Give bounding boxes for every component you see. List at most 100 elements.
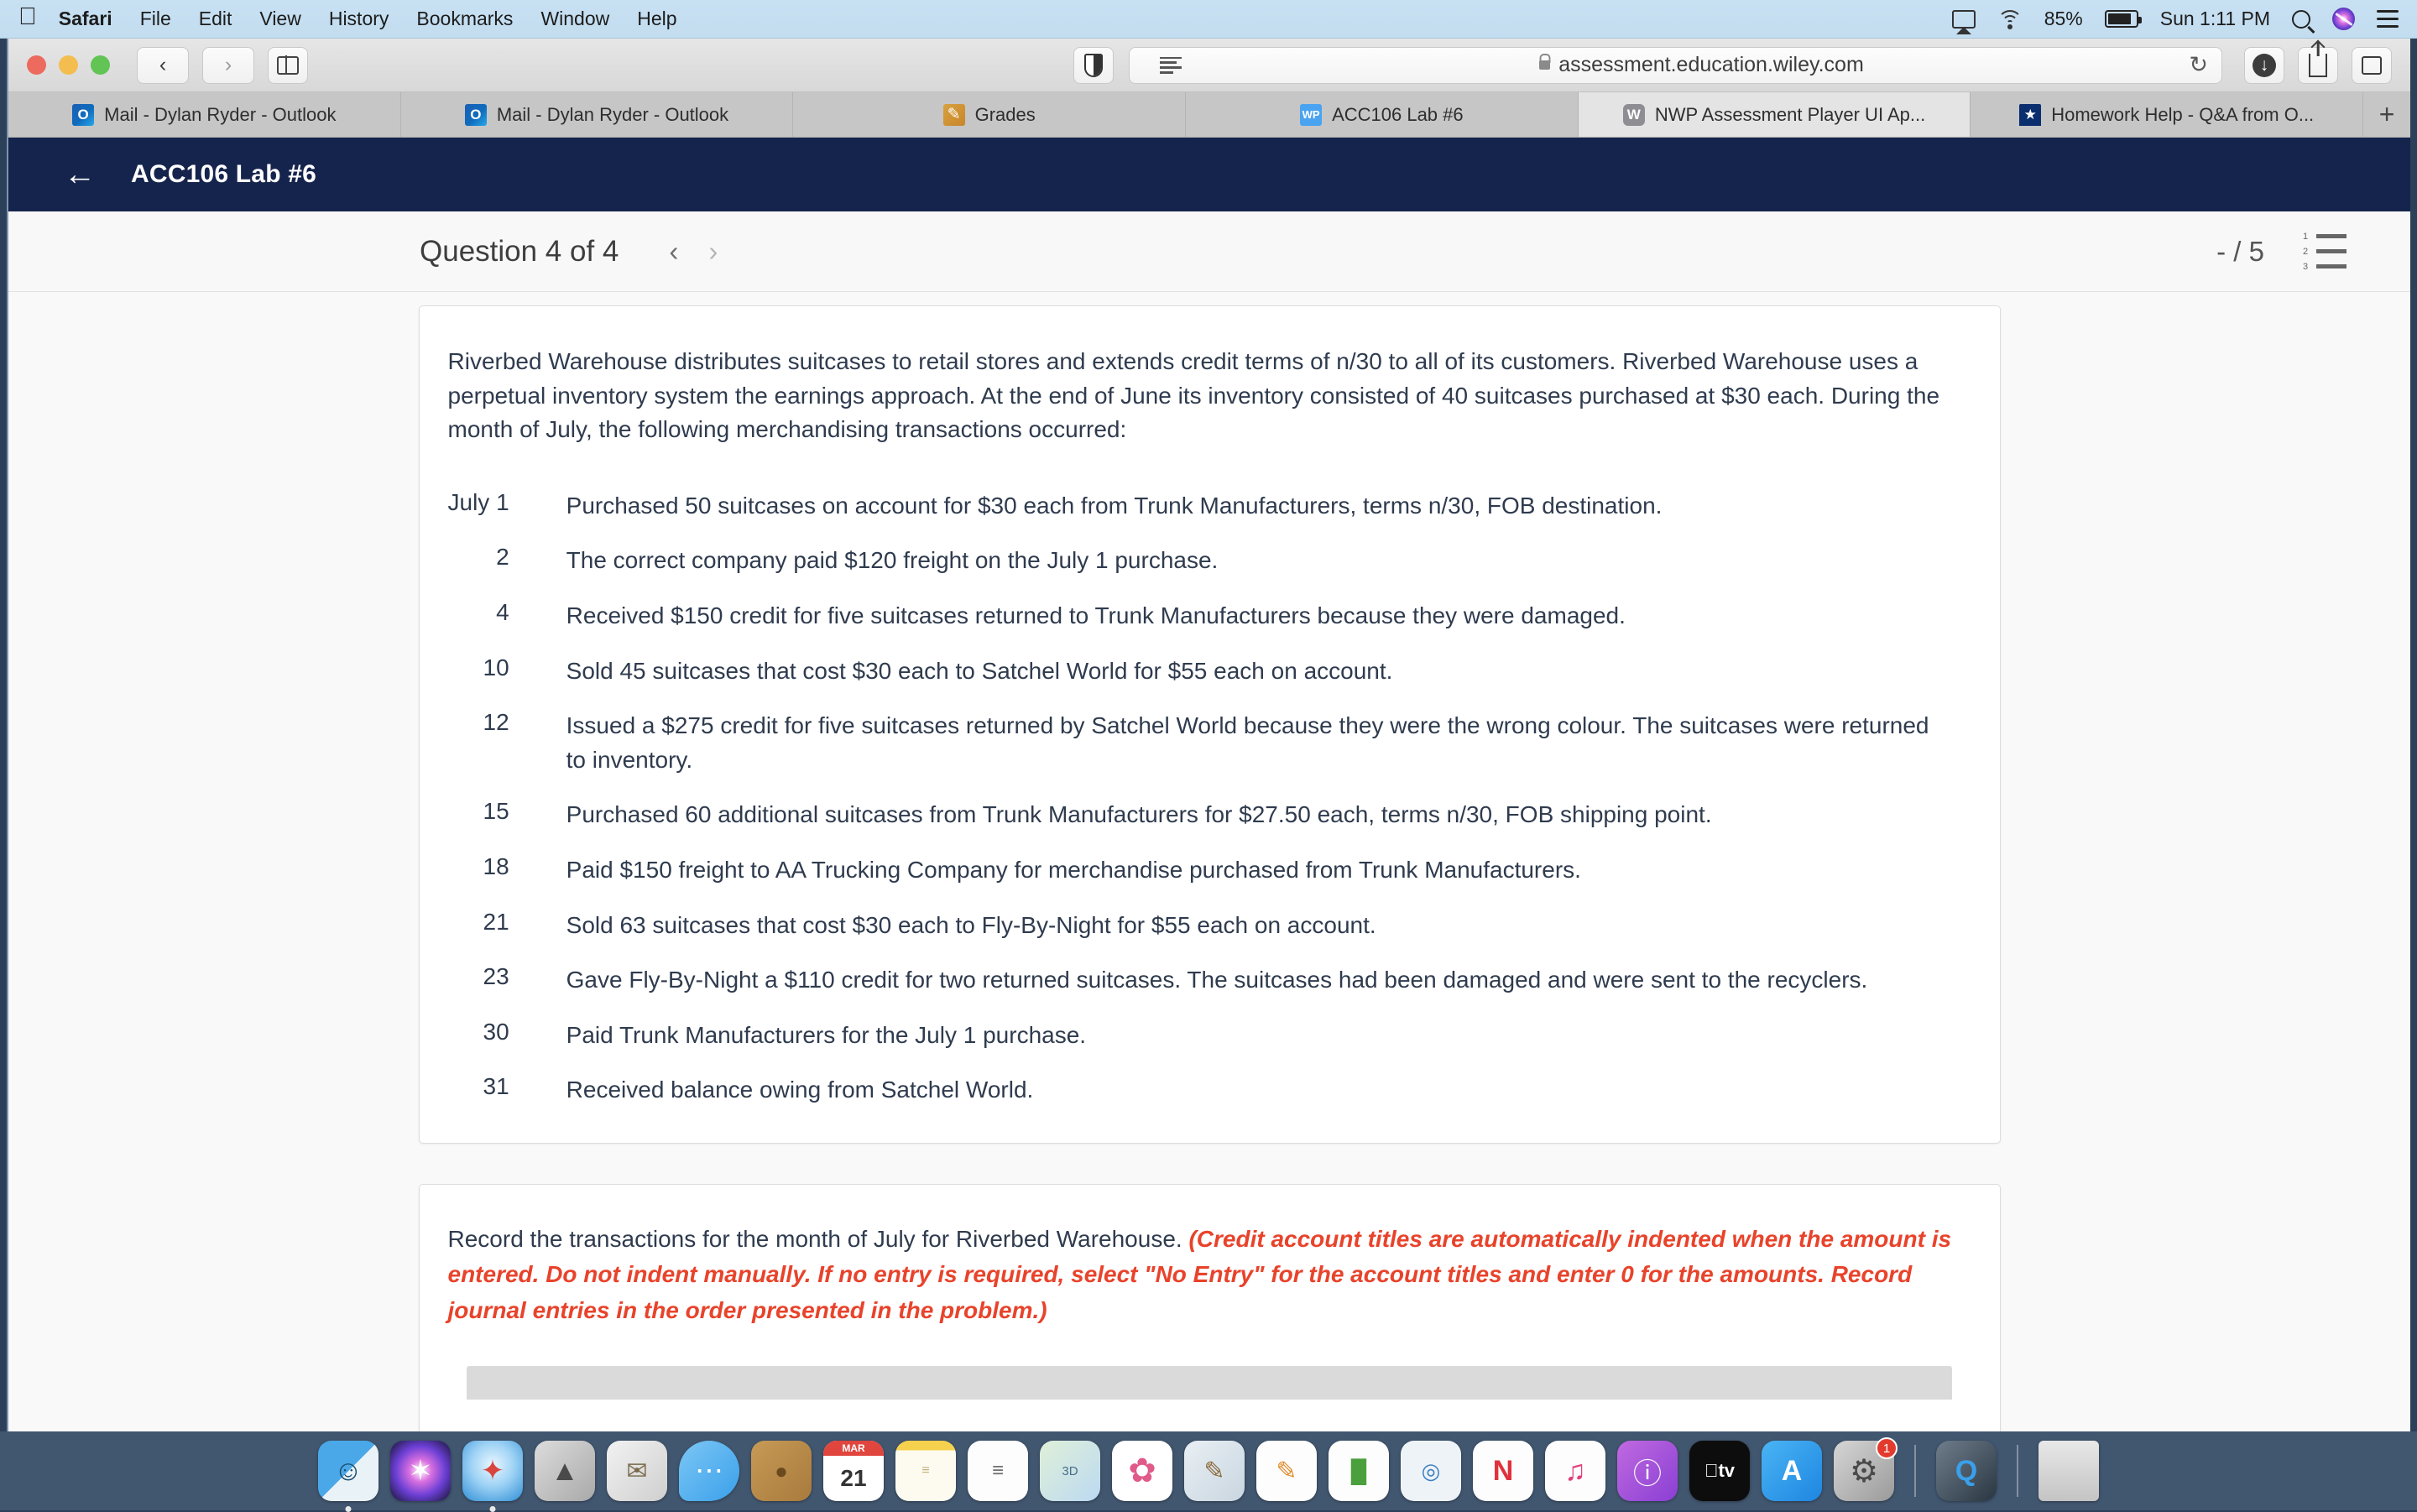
transaction-description: Purchased 60 additional suitcases from T… <box>566 798 1971 853</box>
dock-item-podcasts[interactable]: ⓘ <box>1617 1441 1678 1501</box>
coursehero-favicon <box>2019 104 2041 126</box>
table-row: 12 Issued a $275 credit for five suitcas… <box>448 709 1971 798</box>
sidebar-toggle-icon <box>277 56 299 75</box>
vertical-scrollbar[interactable] <box>2408 292 2410 1431</box>
privacy-report-button[interactable] <box>1073 47 1114 84</box>
siri-icon[interactable] <box>2332 8 2355 30</box>
dock-item-safari[interactable]: ✦ <box>462 1441 523 1501</box>
grades-favicon <box>943 104 965 126</box>
menu-item-help[interactable]: Help <box>637 8 676 30</box>
dock-item-reminders[interactable]: ≡ <box>968 1441 1028 1501</box>
address-bar[interactable]: assessment.education.wiley.com ↻ <box>1129 47 2222 84</box>
menu-item-window[interactable]: Window <box>540 8 609 30</box>
dock-item-pages[interactable]: ✎ <box>1256 1441 1317 1501</box>
menu-item-history[interactable]: History <box>329 8 389 30</box>
menu-item-safari[interactable]: Safari <box>59 8 112 30</box>
transaction-description: Received balance owing from Satchel Worl… <box>566 1073 1971 1108</box>
battery-icon[interactable] <box>2105 10 2138 28</box>
transaction-description: Sold 45 suitcases that cost $30 each to … <box>566 654 1971 710</box>
menu-item-bookmarks[interactable]: Bookmarks <box>416 8 513 30</box>
minimize-window-button[interactable] <box>59 55 78 75</box>
menu-item-edit[interactable]: Edit <box>199 8 232 30</box>
menu-item-file[interactable]: File <box>140 8 171 30</box>
dock-item-trash[interactable] <box>2039 1441 2099 1501</box>
dock-item-news[interactable]: N <box>1473 1441 1533 1501</box>
transaction-description: Paid Trunk Manufacturers for the July 1 … <box>566 1019 1971 1074</box>
close-window-button[interactable] <box>27 55 46 75</box>
airplay-icon[interactable] <box>1952 10 1976 29</box>
dock-item-quicktime[interactable]: Q <box>1936 1441 1997 1501</box>
tab-overview-button[interactable] <box>2352 47 2392 84</box>
outlook-favicon <box>72 104 94 126</box>
browser-tab-label: ACC106 Lab #6 <box>1332 104 1464 126</box>
previous-question-button[interactable]: ‹ <box>669 236 678 268</box>
table-row: 18 Paid $150 freight to AA Trucking Comp… <box>448 853 1971 909</box>
dock-item-numbers[interactable]: █ <box>1329 1441 1389 1501</box>
table-row: 21 Sold 63 suitcases that cost $30 each … <box>448 909 1971 964</box>
dock-item-preview[interactable]: ✎ <box>1184 1441 1245 1501</box>
dock-item-system-preferences[interactable]: ⚙1 <box>1834 1441 1894 1501</box>
dock-item-launchpad[interactable]: ▲ <box>535 1441 595 1501</box>
table-row: July 1 Purchased 50 suitcases on account… <box>448 489 1971 545</box>
dock-item-calendar[interactable]: MAR 21 <box>823 1441 884 1501</box>
new-tab-button[interactable]: + <box>2363 92 2410 137</box>
dock-item-app-store[interactable]: A <box>1762 1441 1822 1501</box>
journal-entry-table-placeholder[interactable] <box>467 1366 1952 1400</box>
dock-item-mail[interactable]: ✉ <box>607 1441 667 1501</box>
url-text: assessment.education.wiley.com <box>1558 53 1864 77</box>
browser-tab-4-active[interactable]: NWP Assessment Player UI Ap... <box>1579 92 1971 137</box>
reload-button[interactable]: ↻ <box>2189 52 2208 78</box>
instruction-card: Record the transactions for the month of… <box>419 1184 2001 1431</box>
share-button[interactable] <box>2298 47 2338 84</box>
numbered-list-icon[interactable]: 1 2 3 <box>2303 232 2347 272</box>
reader-view-icon[interactable] <box>1160 57 1182 74</box>
browser-tab-2[interactable]: Grades <box>793 92 1186 137</box>
dock-item-messages[interactable]: ⋯ <box>679 1441 739 1501</box>
browser-tab-5[interactable]: Homework Help - Q&A from O... <box>1971 92 2363 137</box>
outlook-favicon <box>465 104 487 126</box>
question-scroll-area[interactable]: Riverbed Warehouse distributes suitcases… <box>8 292 2410 1431</box>
sidebar-toggle-button[interactable] <box>268 47 308 84</box>
browser-tab-label: Grades <box>975 104 1036 126</box>
browser-tab-bar: Mail - Dylan Ryder - Outlook Mail - Dyla… <box>8 92 2410 138</box>
maximize-window-button[interactable] <box>91 55 110 75</box>
dock-item-siri[interactable]: ✶ <box>390 1441 451 1501</box>
browser-tab-label: NWP Assessment Player UI Ap... <box>1655 104 1925 126</box>
next-question-button[interactable]: › <box>708 236 718 268</box>
browser-tab-label: Mail - Dylan Ryder - Outlook <box>497 104 728 126</box>
list-number: 3 <box>2303 262 2311 272</box>
dock-item-contacts[interactable]: ● <box>751 1441 812 1501</box>
browser-toolbar: ‹ › assessment.education.wiley.com ↻ <box>8 39 2410 92</box>
browser-tab-label: Homework Help - Q&A from O... <box>2051 104 2314 126</box>
dock-item-maps[interactable]: 3D <box>1040 1441 1100 1501</box>
back-button[interactable]: ‹ <box>137 47 189 84</box>
page-title: ACC106 Lab #6 <box>131 160 316 189</box>
dock-item-finder[interactable]: ☺ <box>318 1441 378 1501</box>
dock-item-notes[interactable]: ≡ <box>895 1441 956 1501</box>
assessment-header: ← ACC106 Lab #6 <box>8 138 2410 211</box>
back-arrow-icon[interactable]: ← <box>64 159 96 190</box>
share-icon <box>2309 54 2327 77</box>
browser-tab-label: Mail - Dylan Ryder - Outlook <box>104 104 336 126</box>
dock-item-photos[interactable]: ✿ <box>1112 1441 1172 1501</box>
browser-tab-1[interactable]: Mail - Dylan Ryder - Outlook <box>401 92 794 137</box>
browser-tab-0[interactable]: Mail - Dylan Ryder - Outlook <box>8 92 401 137</box>
dock-item-apple-tv[interactable]: tv <box>1689 1441 1750 1501</box>
apple-logo-icon[interactable]:  <box>18 5 37 29</box>
dock-item-keynote[interactable]: ◎ <box>1401 1441 1461 1501</box>
battery-percent-label: 85% <box>2044 8 2083 30</box>
table-row: 2 The correct company paid $120 freight … <box>448 544 1971 599</box>
notification-badge: 1 <box>1876 1437 1898 1459</box>
dock-item-itunes[interactable]: ♫ <box>1545 1441 1605 1501</box>
downloads-button[interactable] <box>2244 47 2284 84</box>
control-center-icon[interactable] <box>2377 10 2399 29</box>
browser-tab-3[interactable]: ACC106 Lab #6 <box>1186 92 1579 137</box>
wifi-icon[interactable] <box>1997 10 2023 29</box>
transaction-date: 4 <box>448 599 566 654</box>
forward-button[interactable]: › <box>202 47 254 84</box>
menu-item-view[interactable]: View <box>259 8 300 30</box>
spotlight-search-icon[interactable] <box>2292 10 2310 29</box>
transaction-description: Sold 63 suitcases that cost $30 each to … <box>566 909 1971 964</box>
privacy-report-icon <box>1084 54 1103 77</box>
menubar-clock[interactable]: Sun 1:11 PM <box>2160 8 2270 30</box>
